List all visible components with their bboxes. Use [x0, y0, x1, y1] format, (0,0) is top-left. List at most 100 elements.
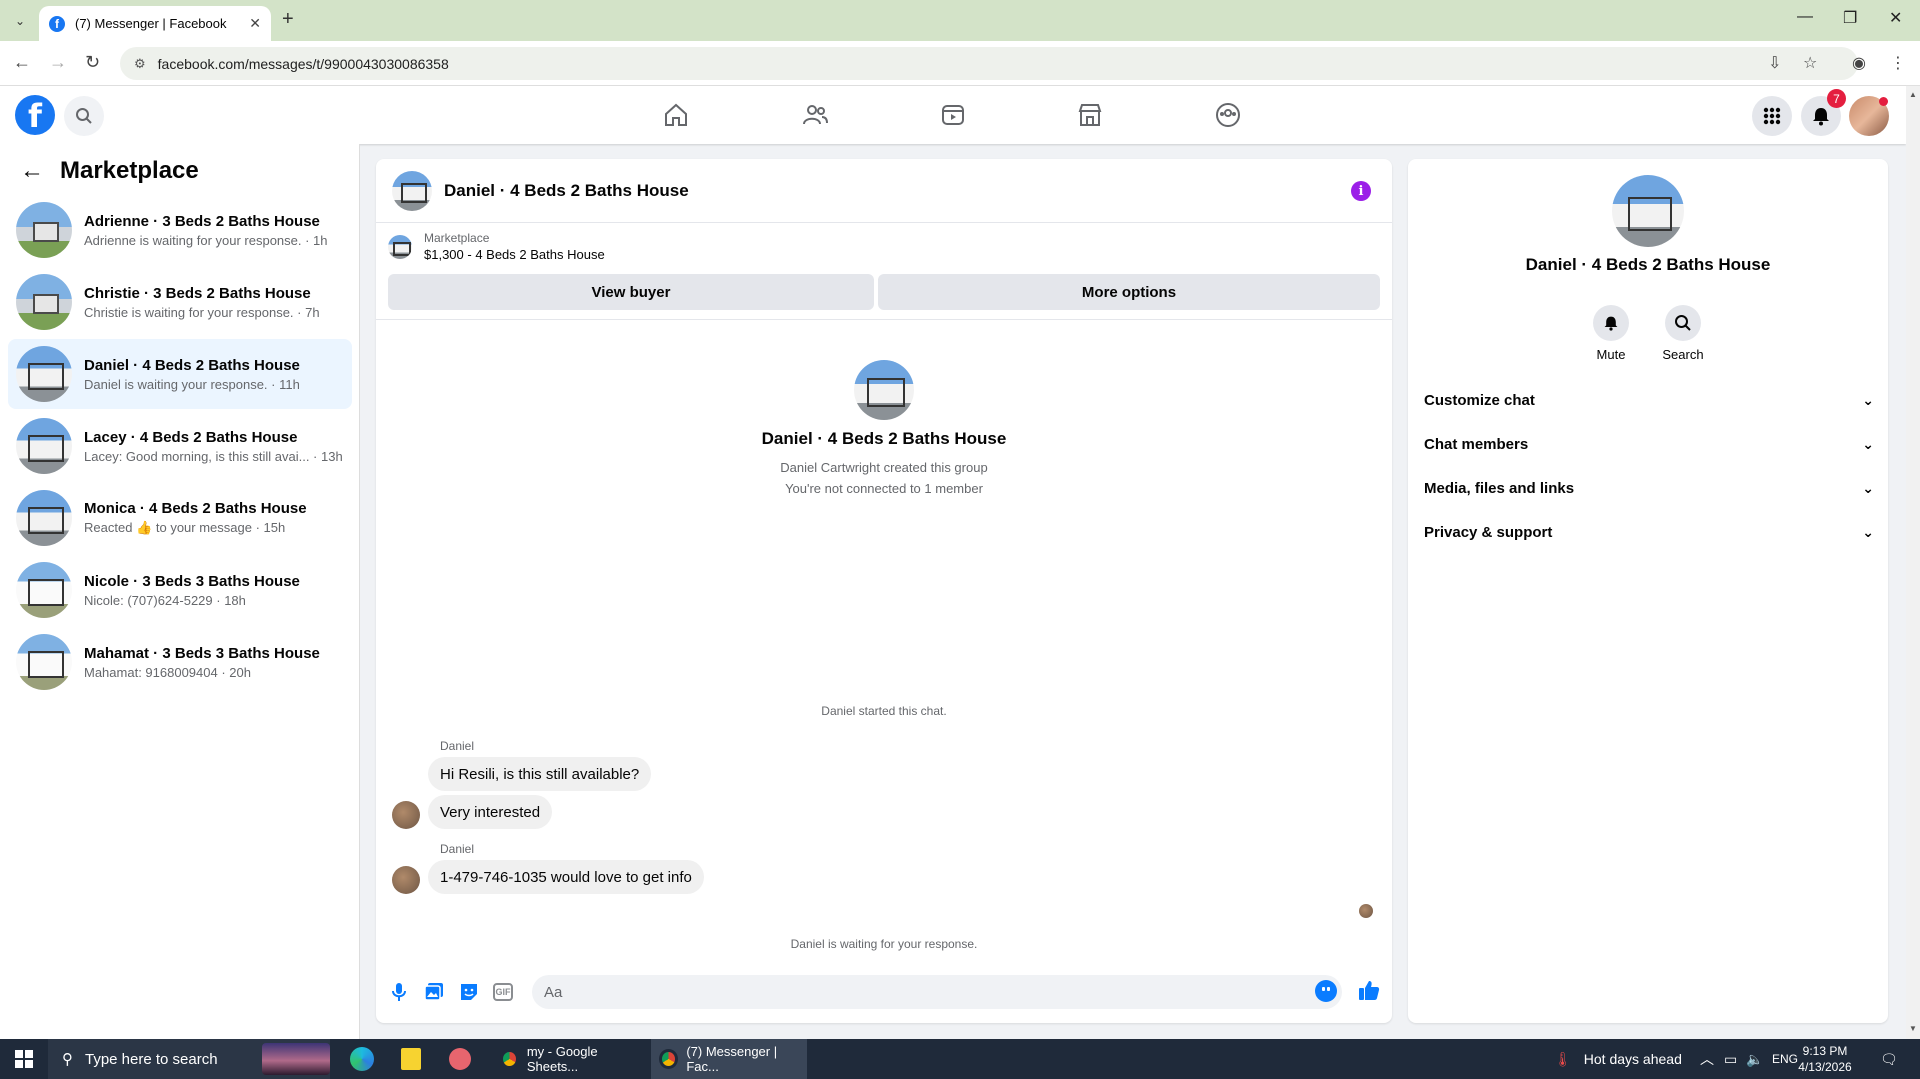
system-clock[interactable]: 9:13 PM 4/13/2026	[1790, 1043, 1860, 1075]
gif-icon[interactable]: GIF	[493, 983, 513, 1001]
reload-icon[interactable]: ↻	[85, 52, 100, 73]
thumbs-up-send-icon[interactable]	[1358, 979, 1380, 1001]
conversation-name: Christie · 3 Beds 2 Baths House	[84, 284, 311, 302]
browser-tab[interactable]: f (7) Messenger | Facebook ✕	[39, 6, 271, 41]
search-label: Search	[1662, 347, 1704, 362]
windows-taskbar: ⚲ Type here to search my - Google Sheets…	[0, 1039, 1920, 1079]
chat-members-row[interactable]: Chat members ⌄	[1424, 426, 1874, 462]
minimize-button[interactable]: —	[1797, 8, 1813, 26]
address-bar[interactable]: ⚙ facebook.com/messages/t/99000430300863…	[120, 47, 1858, 80]
volume-icon[interactable]: 🔈	[1746, 1039, 1763, 1079]
view-buyer-button[interactable]: View buyer	[388, 274, 874, 310]
windows-start-icon[interactable]	[0, 1039, 48, 1079]
conversation-item-active[interactable]: Daniel · 4 Beds 2 Baths House Daniel is …	[8, 339, 352, 409]
sticker-icon[interactable]	[458, 981, 480, 1003]
conversation-item[interactable]: Lacey · 4 Beds 2 Baths House Lacey: Good…	[8, 411, 352, 481]
message-bubble[interactable]: 1-479-746-1035 would love to get info	[428, 860, 704, 894]
customize-chat-row[interactable]: Customize chat ⌄	[1424, 382, 1874, 418]
sender-avatar[interactable]	[392, 801, 420, 829]
tab-title: (7) Messenger | Facebook	[75, 16, 227, 31]
browser-menu-icon[interactable]: ⋮	[1890, 53, 1906, 73]
conversation-item[interactable]: Christie · 3 Beds 2 Baths House Christie…	[8, 267, 352, 337]
notification-badge: 7	[1827, 89, 1846, 108]
back-icon[interactable]: ←	[13, 52, 31, 73]
snipping-tool-icon[interactable]	[442, 1043, 478, 1075]
home-icon[interactable]	[621, 95, 731, 135]
search-icon[interactable]	[64, 96, 104, 136]
site-info-icon[interactable]: ⚙	[134, 56, 146, 72]
intro-title: Daniel · 4 Beds 2 Baths House	[761, 429, 1007, 448]
facebook-logo-icon[interactable]: f	[15, 95, 55, 135]
browser-toolbar: ← → ↻ ⚙ facebook.com/messages/t/99000430…	[0, 41, 1920, 86]
marketplace-icon[interactable]	[1035, 95, 1145, 135]
mute-button[interactable]: Mute	[1581, 305, 1641, 362]
listing-thumbnail	[16, 346, 72, 402]
media-files-links-row[interactable]: Media, files and links ⌄	[1424, 470, 1874, 506]
taskbar-search-placeholder: Type here to search	[85, 1050, 218, 1068]
weather-text: Hot days ahead	[1583, 1051, 1682, 1067]
bookmark-star-icon[interactable]: ☆	[1803, 53, 1817, 73]
message-sender: Daniel	[440, 739, 475, 753]
chat-title[interactable]: Daniel · 4 Beds 2 Baths House	[444, 181, 689, 201]
section-label: Privacy & support	[1424, 523, 1553, 541]
menu-grid-icon[interactable]	[1752, 96, 1792, 136]
info-icon[interactable]: i	[1351, 181, 1371, 201]
snippet-suffix: to your message · 15h	[155, 520, 286, 535]
new-tab-button[interactable]: +	[282, 8, 294, 31]
url-text: facebook.com/messages/t/9900043030086358	[157, 55, 449, 72]
weather-widget[interactable]: 🌡 Hot days ahead	[1554, 1039, 1682, 1079]
browser-tab-strip: ⌄ f (7) Messenger | Facebook ✕ + — ❐ ✕	[0, 0, 1920, 41]
section-label: Chat members	[1424, 435, 1529, 453]
intro-created-text: Daniel Cartwright created this group	[780, 460, 988, 475]
sender-avatar[interactable]	[392, 866, 420, 894]
message-input[interactable]: Aa	[532, 975, 1342, 1009]
tab-close-icon[interactable]: ✕	[249, 15, 261, 32]
conversation-snippet: Christie is waiting for your response. ·…	[84, 304, 320, 320]
taskbar-window-sheets[interactable]: my - Google Sheets...	[492, 1039, 642, 1079]
conversation-item[interactable]: Monica · 4 Beds 2 Baths House Reacted 👍 …	[8, 483, 352, 553]
more-options-button[interactable]: More options	[878, 274, 1380, 310]
scroll-up-arrow-icon[interactable]: ▲	[1909, 90, 1917, 99]
chat-details-panel: Daniel · 4 Beds 2 Baths House Mute Searc…	[1408, 159, 1888, 1023]
tray-overflow-icon[interactable]: ︿	[1700, 1039, 1714, 1079]
groups-icon[interactable]	[1173, 95, 1283, 135]
conversation-item[interactable]: Nicole · 3 Beds 3 Baths House Nicole: (7…	[8, 555, 352, 625]
taskbar-window-title: (7) Messenger | Fac...	[686, 1044, 778, 1074]
search-in-conversation-button[interactable]: Search	[1653, 305, 1713, 362]
page-scrollbar[interactable]: ▲ ▼	[1906, 86, 1920, 1039]
tab-search-button[interactable]: ⌄	[8, 9, 32, 33]
window-close-button[interactable]: ✕	[1889, 8, 1902, 28]
message-bubble[interactable]: Hi Resili, is this still available?	[428, 757, 652, 791]
edge-icon[interactable]	[344, 1043, 380, 1075]
notification-center-icon[interactable]: 🗨	[1880, 1039, 1898, 1079]
emoji-icon[interactable]	[1315, 980, 1337, 1002]
chat-thumbnail[interactable]	[392, 170, 432, 211]
network-icon[interactable]: ▭	[1724, 1039, 1737, 1079]
listing-thumbnail	[16, 562, 72, 618]
panel-title: ← Marketplace	[20, 157, 199, 185]
forward-icon[interactable]: →	[49, 52, 67, 73]
conversation-snippet: Reacted 👍 to your message · 15h	[84, 520, 307, 536]
conversation-item[interactable]: Mahamat · 3 Beds 3 Baths House Mahamat: …	[8, 627, 352, 697]
restore-button[interactable]: ❐	[1843, 8, 1857, 28]
conversation-item[interactable]: Adrienne · 3 Beds 2 Baths House Adrienne…	[8, 195, 352, 265]
back-arrow-icon[interactable]: ←	[20, 157, 44, 185]
microphone-icon[interactable]	[388, 981, 410, 1003]
install-app-icon[interactable]: ⇩	[1768, 53, 1781, 73]
photo-icon[interactable]	[423, 981, 445, 1003]
scroll-down-arrow-icon[interactable]: ▼	[1909, 1024, 1917, 1033]
video-icon[interactable]	[898, 95, 1008, 135]
section-label: Media, files and links	[1424, 479, 1575, 497]
taskbar-window-messenger[interactable]: (7) Messenger | Fac...	[651, 1039, 807, 1079]
message-bubble[interactable]: Very interested	[428, 795, 553, 829]
privacy-support-row[interactable]: Privacy & support ⌄	[1424, 514, 1874, 550]
divider	[376, 319, 1392, 320]
listing-label: Marketplace	[424, 231, 490, 245]
sticky-notes-icon[interactable]	[393, 1043, 429, 1075]
conversation-list-panel: ← Marketplace Adrienne · 3 Beds 2 Baths …	[0, 144, 360, 1039]
listing-summary[interactable]: Marketplace $1,300 - 4 Beds 2 Baths Hous…	[388, 231, 605, 262]
friends-icon[interactable]	[760, 95, 870, 135]
search-highlight-image[interactable]	[262, 1043, 330, 1075]
profile-icon[interactable]: ◉	[1852, 53, 1866, 73]
message-input-placeholder: Aa	[544, 983, 563, 1001]
